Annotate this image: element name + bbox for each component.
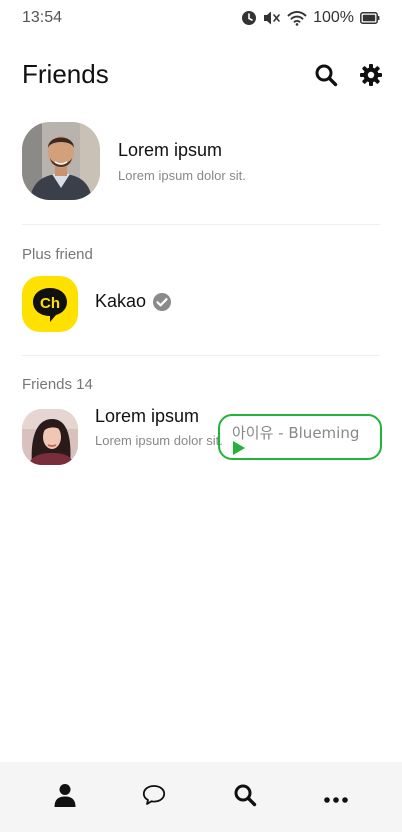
profile-music-title: 아이유 - Blueming: [232, 424, 360, 442]
tab-friends[interactable]: [40, 762, 90, 832]
status-icons: 100%: [241, 9, 380, 27]
battery-percent: 100%: [313, 9, 354, 26]
header: Friends: [0, 55, 402, 99]
bottom-tab-bar: [0, 762, 402, 832]
chat-bubble-icon: [142, 784, 166, 810]
kakao-channel-logo: Ch: [22, 276, 78, 332]
gear-icon: [359, 63, 383, 91]
friends-screen: 13:54 100% Friends Lorem ipsum Lorem ips…: [0, 0, 402, 832]
more-icon: [324, 788, 348, 807]
header-settings-button[interactable]: [357, 63, 385, 91]
battery-icon: [360, 12, 380, 24]
tab-search[interactable]: [220, 762, 270, 832]
divider: [22, 224, 380, 225]
page-title: Friends: [22, 59, 109, 89]
profile-status-message: Lorem ipsum dolor sit.: [118, 168, 246, 183]
tab-chats[interactable]: [129, 762, 179, 832]
person-icon: [54, 783, 76, 811]
mute-icon: [263, 10, 281, 26]
plus-friend-item-kakao[interactable]: Ch Kakao: [22, 276, 382, 334]
friend-status-message: Lorem ipsum dolor sit.: [95, 433, 223, 448]
header-search-button[interactable]: [312, 63, 340, 91]
wifi-icon: [287, 10, 307, 26]
status-time: 13:54: [22, 9, 63, 26]
avatar: [22, 122, 100, 200]
divider: [22, 355, 380, 356]
friend-name: Lorem ipsum: [95, 406, 200, 426]
plus-friend-name: Kakao: [95, 291, 147, 311]
alarm-icon: [241, 10, 257, 26]
status-bar: 13:54 100%: [0, 0, 402, 40]
avatar: [22, 409, 78, 465]
kakao-logo-text: Ch: [40, 295, 60, 312]
play-icon: [232, 440, 246, 459]
profile-name: Lorem ipsum: [118, 140, 223, 160]
my-profile[interactable]: Lorem ipsum Lorem ipsum dolor sit.: [22, 122, 382, 204]
plus-friend-section-label: Plus friend: [22, 246, 93, 263]
verified-check-icon: [152, 292, 172, 316]
profile-music-badge[interactable]: 아이유 - Blueming: [218, 414, 382, 460]
search-icon: [314, 63, 338, 91]
tab-more[interactable]: [311, 762, 361, 832]
search-icon: [233, 783, 257, 811]
friends-section-label: Friends 14: [22, 376, 93, 393]
